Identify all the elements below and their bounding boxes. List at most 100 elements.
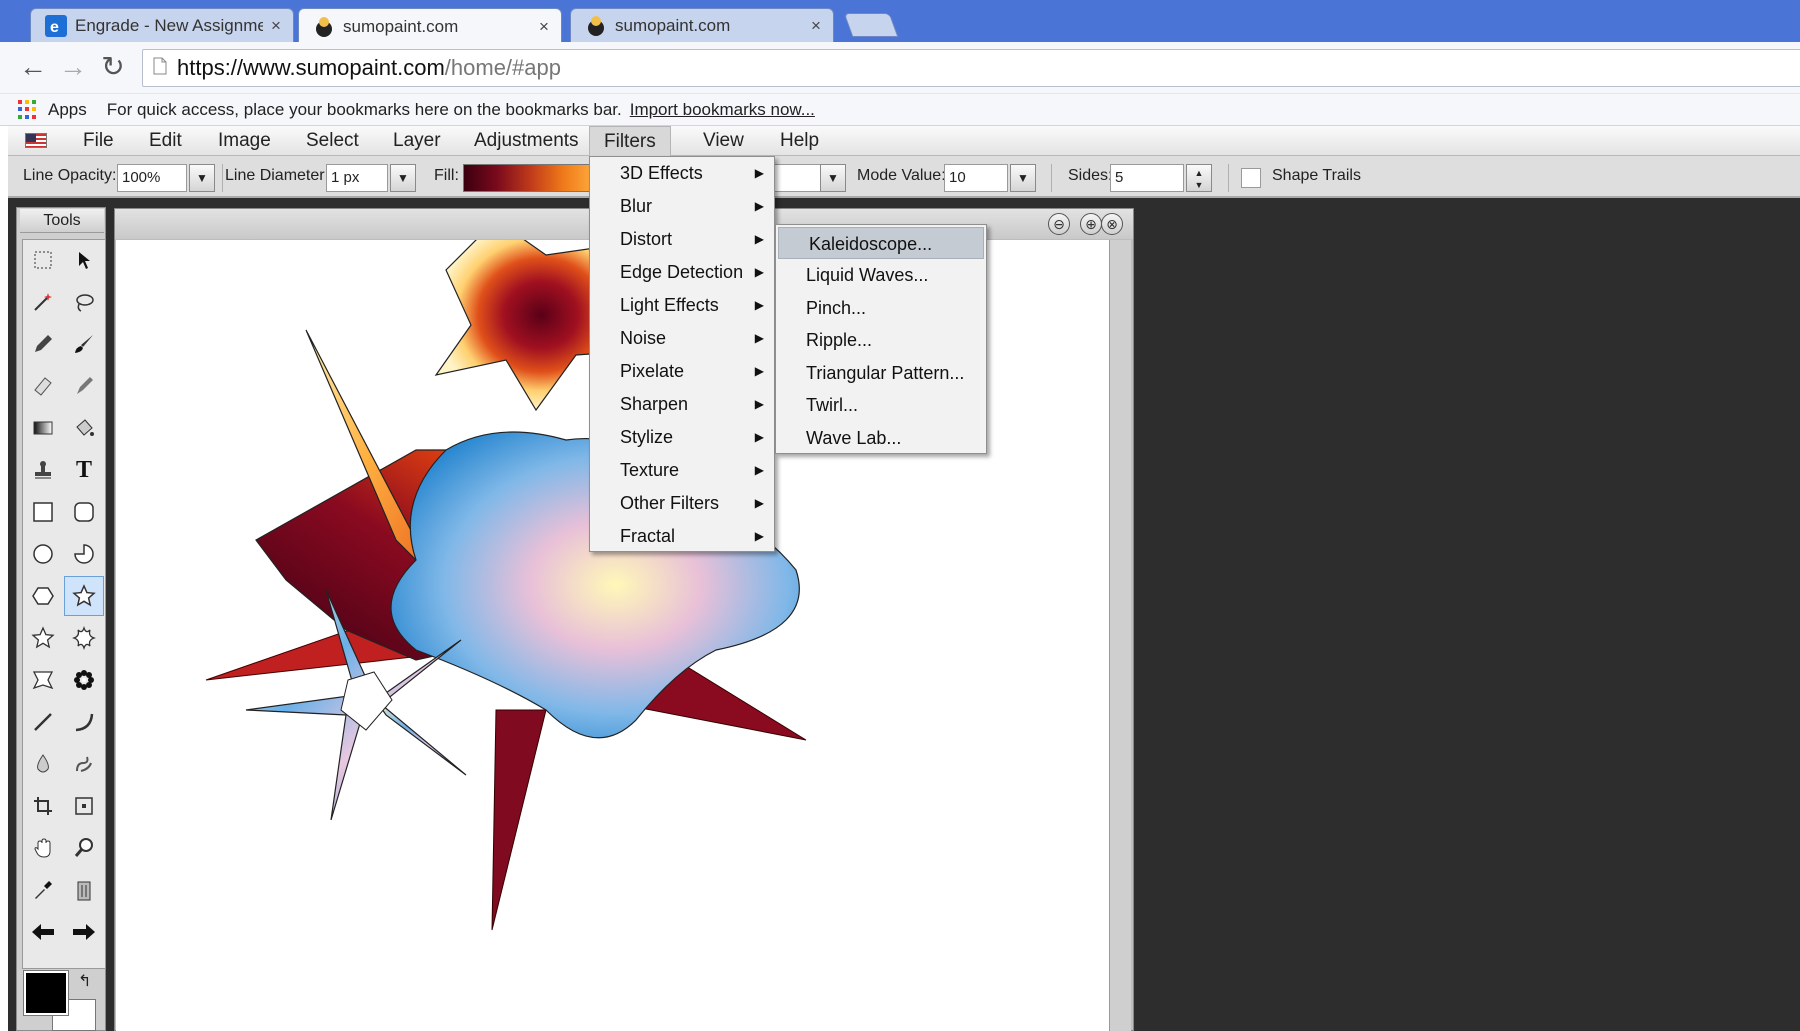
menu-file[interactable]: File: [69, 126, 128, 156]
apps-link[interactable]: Apps: [48, 100, 87, 120]
text-tool-icon[interactable]: T: [64, 450, 104, 490]
distort-item-kaleidoscope[interactable]: Kaleidoscope...: [778, 227, 984, 259]
stamp-icon[interactable]: [23, 450, 63, 490]
menu-select[interactable]: Select: [292, 126, 373, 156]
menu-help[interactable]: Help: [766, 126, 833, 156]
fill-gradient-swatch[interactable]: [463, 164, 598, 192]
reload-icon[interactable]: ↻: [96, 51, 130, 85]
import-bookmarks-link[interactable]: Import bookmarks now...: [630, 100, 815, 120]
tab-title: sumopaint.com: [615, 15, 731, 35]
close-window-icon[interactable]: ⊗: [1101, 213, 1123, 235]
star-tool-icon[interactable]: [64, 576, 104, 616]
filters-item-stylize[interactable]: Stylize ▶: [590, 421, 774, 453]
curve-icon[interactable]: [64, 702, 104, 742]
shape-trails-checkbox[interactable]: [1241, 168, 1261, 188]
mode-value-dropdown-icon[interactable]: ▼: [1010, 164, 1036, 192]
menu-image[interactable]: Image: [204, 126, 285, 156]
zoom-icon[interactable]: [64, 828, 104, 868]
filters-item-distort[interactable]: Distort ▶: [590, 223, 774, 255]
distort-item-pinch[interactable]: Pinch...: [776, 292, 986, 324]
menu-view[interactable]: View: [689, 126, 758, 156]
tab-sumopaint[interactable]: sumopaint.com ×: [570, 8, 834, 42]
apps-grid-icon[interactable]: [18, 99, 38, 120]
menu-layer[interactable]: Layer: [379, 126, 455, 156]
magic-wand-icon[interactable]: [23, 282, 63, 322]
document-vertical-scrollbar[interactable]: [1109, 240, 1131, 1031]
distort-item-twirl[interactable]: Twirl...: [776, 389, 986, 421]
filters-item-light-effects[interactable]: Light Effects ▶: [590, 289, 774, 321]
fill-mode-field[interactable]: [774, 164, 822, 192]
minimize-icon[interactable]: ⊖: [1048, 213, 1070, 235]
smudge-icon[interactable]: [64, 366, 104, 406]
custom-shape-icon[interactable]: [23, 660, 63, 700]
new-tab-button[interactable]: [843, 13, 899, 37]
filters-item-noise[interactable]: Noise ▶: [590, 322, 774, 354]
sides-field[interactable]: 5: [1110, 164, 1184, 192]
polygon-icon[interactable]: [23, 576, 63, 616]
arc-icon[interactable]: [64, 534, 104, 574]
menu-item-label: Sharpen: [620, 394, 689, 414]
lasso-icon[interactable]: [64, 282, 104, 322]
crop-icon[interactable]: [23, 786, 63, 826]
star-outline-icon[interactable]: [23, 618, 63, 658]
tab-close-icon[interactable]: ×: [531, 17, 557, 37]
fill-bucket-icon[interactable]: [64, 408, 104, 448]
back-arrow-icon[interactable]: ←: [16, 51, 50, 85]
separator: [1051, 164, 1052, 192]
filters-item-other-filters[interactable]: Other Filters ▶: [590, 487, 774, 519]
redo-arrow-icon[interactable]: [64, 912, 104, 952]
gradient-icon[interactable]: [23, 408, 63, 448]
flower-icon[interactable]: [64, 660, 104, 700]
distort-item-ripple[interactable]: Ripple...: [776, 324, 986, 356]
burst-icon[interactable]: [64, 618, 104, 658]
tab-sumopaint-active[interactable]: sumopaint.com ×: [298, 8, 562, 44]
address-bar[interactable]: https://www.sumopaint.com/home/#app: [142, 49, 1800, 87]
ellipse-icon[interactable]: [23, 534, 63, 574]
distort-item-triangular-pattern[interactable]: Triangular Pattern...: [776, 357, 986, 389]
filters-item-3d-effects[interactable]: 3D Effects ▶: [590, 157, 774, 189]
tab-close-icon[interactable]: ×: [263, 16, 289, 36]
filters-item-texture[interactable]: Texture ▶: [590, 454, 774, 486]
maximize-icon[interactable]: ⊕: [1080, 213, 1102, 235]
forward-arrow-icon[interactable]: →: [56, 51, 90, 85]
hand-icon[interactable]: [23, 828, 63, 868]
mode-value-field[interactable]: 10: [944, 164, 1008, 192]
menu-edit[interactable]: Edit: [135, 126, 196, 156]
fill-mode-dropdown-icon[interactable]: ▼: [820, 164, 846, 192]
filters-item-blur[interactable]: Blur ▶: [590, 190, 774, 222]
trash-icon[interactable]: [64, 870, 104, 910]
color-picker-icon[interactable]: [23, 870, 63, 910]
pencil-icon[interactable]: [23, 324, 63, 364]
line-icon[interactable]: [23, 702, 63, 742]
distort-item-wave-lab[interactable]: Wave Lab...: [776, 422, 986, 454]
foreground-color-swatch[interactable]: [23, 970, 69, 1016]
mode-value-label: Mode Value:: [857, 167, 946, 184]
tab-engrade[interactable]: e Engrade - New Assignment ×: [30, 8, 294, 42]
menu-filters[interactable]: Filters: [589, 126, 671, 157]
menu-adjustments[interactable]: Adjustments: [460, 126, 593, 156]
eraser-icon[interactable]: [23, 366, 63, 406]
rectangle-icon[interactable]: [23, 492, 63, 532]
filters-item-edge-detection[interactable]: Edge Detection ▶: [590, 256, 774, 288]
sides-stepper-icon[interactable]: ▲ ▼: [1186, 164, 1212, 192]
line-diameter-dropdown-icon[interactable]: ▼: [390, 164, 416, 192]
distort-item-liquid-waves[interactable]: Liquid Waves...: [776, 259, 986, 291]
line-opacity-dropdown-icon[interactable]: ▼: [189, 164, 215, 192]
blur-drop-icon[interactable]: [23, 744, 63, 784]
move-arrow-icon[interactable]: [64, 240, 104, 280]
rounded-rectangle-icon[interactable]: [64, 492, 104, 532]
sides-label: Sides:: [1068, 167, 1113, 184]
line-diameter-field[interactable]: 1 px: [326, 164, 388, 192]
filters-item-pixelate[interactable]: Pixelate ▶: [590, 355, 774, 387]
tab-close-icon[interactable]: ×: [803, 16, 829, 36]
liquify-icon[interactable]: [64, 744, 104, 784]
undo-arrow-icon[interactable]: [23, 912, 63, 952]
swap-colors-icon[interactable]: ↰: [78, 971, 96, 990]
filters-item-sharpen[interactable]: Sharpen ▶: [590, 388, 774, 420]
filters-item-fractal[interactable]: Fractal ▶: [590, 520, 774, 552]
brush-icon[interactable]: [64, 324, 104, 364]
line-opacity-field[interactable]: 100%: [117, 164, 187, 192]
transform-icon[interactable]: [64, 786, 104, 826]
marquee-icon[interactable]: [23, 240, 63, 280]
language-flag-icon[interactable]: [25, 133, 47, 148]
